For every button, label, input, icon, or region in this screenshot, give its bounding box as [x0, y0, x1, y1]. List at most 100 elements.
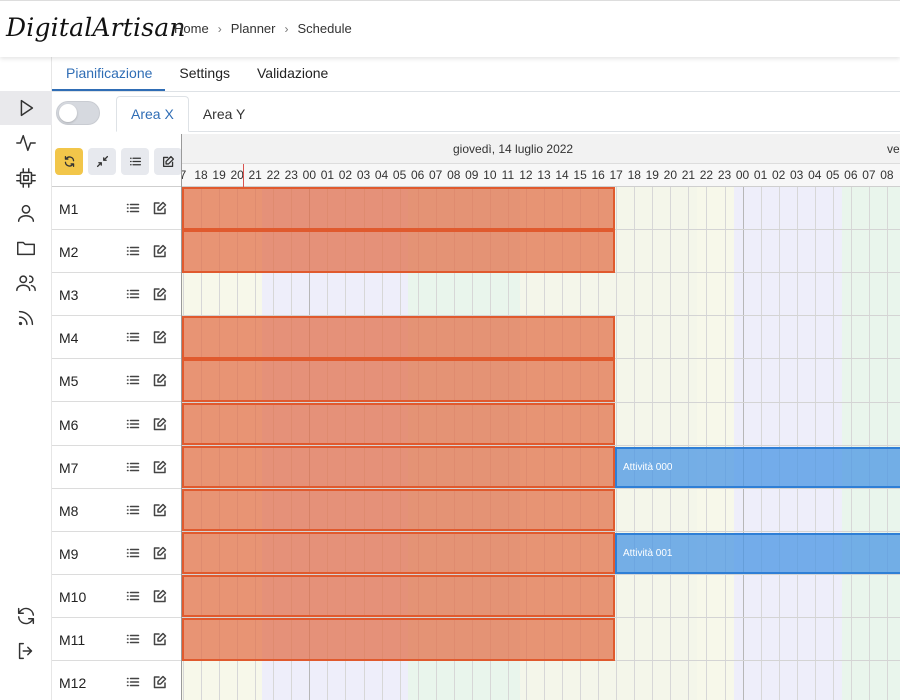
breadcrumb-separator: ›	[284, 21, 289, 36]
hour-gridline	[652, 187, 654, 700]
rss-icon[interactable]	[0, 301, 52, 335]
hour-label: 09	[465, 168, 479, 182]
logout-icon[interactable]	[0, 634, 52, 668]
hour-label: 06	[844, 168, 858, 182]
hour-label: 19	[212, 168, 226, 182]
row-edit-icon[interactable]	[153, 460, 167, 474]
refresh-icon[interactable]	[0, 599, 52, 633]
row-list-icon[interactable]	[126, 417, 140, 431]
hour-label: 01	[320, 168, 335, 182]
row-list-icon[interactable]	[126, 201, 140, 215]
row-edit-icon[interactable]	[153, 244, 167, 258]
row-edit-icon[interactable]	[153, 287, 167, 301]
play-icon[interactable]	[0, 91, 52, 125]
users-icon[interactable]	[0, 266, 52, 300]
activity-block[interactable]: Attività 001	[615, 532, 900, 574]
busy-block[interactable]	[182, 531, 615, 575]
hour-gridline	[886, 187, 888, 700]
row-list-icon[interactable]	[126, 460, 140, 474]
row-name: M4	[59, 330, 79, 347]
busy-block[interactable]	[182, 488, 615, 532]
tab-area-y[interactable]: Area Y	[189, 96, 260, 132]
collapse-button[interactable]	[88, 148, 116, 175]
row-list-icon[interactable]	[126, 287, 140, 301]
hour-label: 05	[392, 168, 407, 182]
tab-validazione[interactable]: Validazione	[243, 65, 341, 91]
edit-button[interactable]	[154, 148, 182, 175]
breadcrumb-planner[interactable]: Planner	[231, 21, 276, 36]
row-edit-icon[interactable]	[153, 417, 167, 431]
collapse-icon	[96, 155, 108, 168]
row-name: M1	[59, 201, 79, 217]
row-list-icon[interactable]	[126, 244, 140, 258]
busy-block[interactable]	[182, 402, 615, 446]
activity-block[interactable]: Attività 000	[615, 446, 900, 488]
current-time-marker	[243, 164, 244, 187]
hour-gridline	[850, 187, 852, 700]
refresh-button[interactable]	[55, 148, 83, 175]
hour-gridline	[868, 187, 870, 700]
tab-settings[interactable]: Settings	[165, 65, 243, 91]
hour-label: 00	[302, 168, 317, 182]
area-toggle[interactable]	[56, 101, 100, 125]
busy-block[interactable]	[182, 187, 615, 230]
row-edit-icon[interactable]	[153, 503, 167, 517]
row-edit-icon[interactable]	[153, 546, 167, 560]
row-list-icon[interactable]	[126, 632, 140, 646]
row-list-icon[interactable]	[126, 503, 140, 517]
row-list-icon[interactable]	[126, 675, 140, 689]
date-label: giovedì, 14 luglio 2022	[453, 142, 574, 156]
refresh-icon	[64, 155, 74, 168]
tab-pianificazione[interactable]: Pianificazione	[52, 65, 166, 91]
row-name: M9	[59, 545, 79, 562]
hour-label: 06	[410, 168, 425, 182]
row-name: M3	[59, 287, 79, 304]
busy-block[interactable]	[182, 316, 615, 359]
hour-label: 04	[808, 168, 822, 182]
folder-icon[interactable]	[0, 231, 52, 265]
breadcrumb-home[interactable]: Home	[174, 21, 209, 36]
app-logo[interactable]: DigitalArtisan	[6, 13, 186, 42]
row-label-m5: M5	[52, 359, 181, 403]
hour-gridline	[796, 187, 798, 700]
row-edit-icon[interactable]	[153, 373, 167, 387]
schedule-grid[interactable]: Attività 000 Attività 001	[182, 187, 900, 700]
row-label-m10: M10	[52, 574, 181, 618]
tab-area-x[interactable]: Area X	[116, 96, 189, 132]
row-list-icon[interactable]	[126, 330, 140, 344]
breadcrumb-schedule[interactable]: Schedule	[298, 21, 352, 36]
hour-label: 11	[501, 168, 515, 182]
busy-block[interactable]	[182, 618, 615, 661]
row-edit-icon[interactable]	[153, 330, 167, 344]
row-label-m2: M2	[52, 230, 181, 274]
hour-gridline	[724, 187, 726, 700]
toggle-knob	[59, 104, 77, 122]
hour-label: 15	[573, 168, 587, 182]
busy-block[interactable]	[182, 445, 615, 489]
row-label-m3: M3	[52, 273, 181, 317]
row-name: M8	[59, 502, 79, 519]
row-edit-icon[interactable]	[153, 675, 167, 689]
row-label-m1: M1	[52, 187, 181, 230]
hour-label: 17	[609, 168, 623, 182]
row-edit-icon[interactable]	[153, 589, 167, 603]
user-icon[interactable]	[0, 196, 52, 230]
busy-block[interactable]	[182, 230, 615, 273]
chip-icon[interactable]	[0, 161, 52, 195]
list-button[interactable]	[121, 148, 149, 175]
hour-label: 22	[266, 168, 280, 182]
busy-block[interactable]	[182, 359, 615, 402]
busy-block[interactable]	[182, 574, 615, 618]
row-list-icon[interactable]	[126, 546, 140, 560]
hour-label: 02	[338, 168, 353, 182]
row-edit-icon[interactable]	[153, 201, 167, 215]
row-list-icon[interactable]	[126, 589, 140, 603]
activity-icon[interactable]	[0, 126, 52, 160]
row-label-m8: M8	[52, 488, 181, 532]
row-list-icon[interactable]	[126, 373, 140, 387]
row-label-m9: M9	[52, 531, 181, 575]
row-name: M11	[59, 632, 86, 648]
row-label-m7: M7	[52, 445, 181, 489]
hour-label: 07	[862, 168, 876, 182]
row-edit-icon[interactable]	[153, 632, 167, 646]
